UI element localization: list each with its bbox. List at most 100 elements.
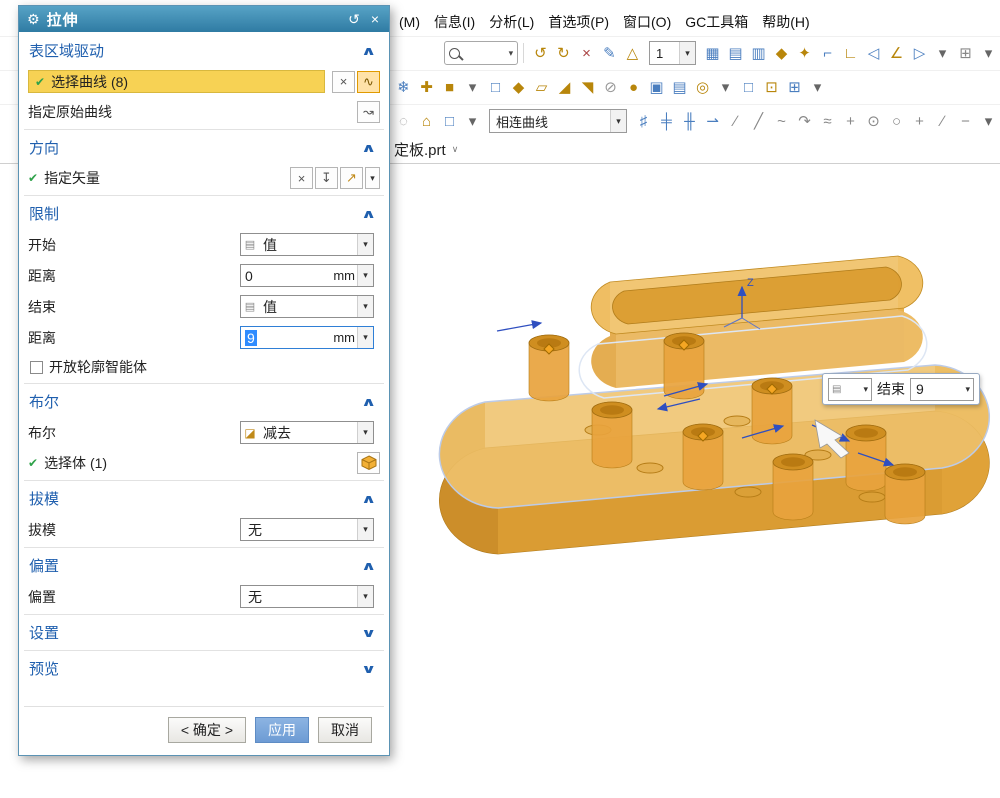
dialog-close-button[interactable]: × — [369, 11, 381, 27]
toolbar-icon[interactable]: ◆ — [770, 41, 793, 65]
boss-wall[interactable] — [591, 256, 923, 388]
chevron-down-icon[interactable]: ▾ — [610, 110, 626, 132]
toolbar-icon[interactable]: ○ — [885, 109, 908, 133]
view-scale-combo[interactable]: 1 ▾ — [649, 41, 696, 65]
chevron-down-icon[interactable]: ▾ — [509, 48, 514, 59]
limit-option-combo[interactable]: ▤ ▾ — [828, 378, 872, 401]
toolbar-icon[interactable]: ▥ — [747, 41, 770, 65]
toolbar-icon[interactable]: ◆ — [507, 75, 530, 99]
chevron-down-icon[interactable]: ▾ — [679, 42, 695, 64]
dropdown-caret[interactable]: ▾ — [461, 75, 484, 99]
boolean-combo[interactable]: ◪ 减去 ▾ — [240, 421, 374, 444]
toolbar-icon[interactable]: ◁ — [862, 41, 885, 65]
toolbar-icon[interactable]: + — [839, 109, 862, 133]
menu-item[interactable]: 窗口(O) — [616, 12, 678, 32]
start-limit-combo[interactable]: ▤ 值 ▾ — [240, 233, 374, 256]
toolbar-icon[interactable]: ↻ — [552, 41, 575, 65]
toolbar-icon[interactable]: ↺ — [529, 41, 552, 65]
toolbar-icon[interactable]: ⇀ — [701, 109, 724, 133]
ok-button[interactable]: < 确定 > — [168, 717, 246, 743]
cancel-button[interactable]: 取消 — [318, 717, 372, 743]
deselect-button[interactable]: × — [332, 71, 355, 93]
toolbar-icon[interactable]: ✚ — [415, 75, 438, 99]
toolbar-icon[interactable]: ❄ — [392, 75, 415, 99]
menu-item[interactable]: 分析(L) — [482, 12, 541, 32]
apply-button[interactable]: 应用 — [255, 717, 309, 743]
toolbar-icon[interactable]: ⊡ — [760, 75, 783, 99]
start-distance-input[interactable]: 0 mm ▾ — [240, 264, 374, 287]
dropdown-caret[interactable]: ▾ — [714, 75, 737, 99]
toolbar-icon[interactable]: ⌂ — [415, 109, 438, 133]
section-header-settings[interactable]: 设置 ∨ — [24, 615, 384, 648]
vector-deselect-button[interactable]: × — [290, 167, 313, 189]
toolbar-icon[interactable]: ⊘ — [599, 75, 622, 99]
toolbar-icon[interactable]: ~ — [770, 109, 793, 133]
end-limit-combo[interactable]: ▤ 值 ▾ — [240, 295, 374, 318]
toolbar-icon[interactable]: ∠ — [885, 41, 908, 65]
vector-options-caret[interactable]: ▾ — [365, 167, 380, 189]
chevron-down-icon[interactable]: ∨ — [452, 144, 459, 155]
chevron-up-icon[interactable]: ∧ — [361, 141, 383, 155]
draft-combo[interactable]: 无 ▾ — [240, 518, 374, 541]
toolbar-icon[interactable]: ● — [622, 75, 645, 99]
section-header-limits[interactable]: 限制 ∧ — [24, 196, 384, 229]
command-search[interactable]: ▾ — [444, 41, 518, 65]
toolbar-icon[interactable]: ▷ — [908, 41, 931, 65]
section-header-draft[interactable]: 拔模 ∧ — [24, 481, 384, 514]
toolbar-icon[interactable]: ≈ — [816, 109, 839, 133]
chevron-up-icon[interactable]: ∧ — [361, 44, 383, 58]
menu-item[interactable]: 首选项(P) — [541, 12, 616, 32]
specify-origin-curve-button[interactable]: ↝ — [357, 101, 380, 123]
vector-dialog-button[interactable]: ↧ — [315, 167, 338, 189]
toolbar-icon[interactable]: ◎ — [691, 75, 714, 99]
toolbar-icon[interactable]: □ — [737, 75, 760, 99]
dropdown-caret[interactable]: ▾ — [806, 75, 829, 99]
dialog-titlebar[interactable]: ⚙ 拉伸 ↺ × — [19, 6, 389, 32]
offset-combo[interactable]: 无 ▾ — [240, 585, 374, 608]
chevron-up-icon[interactable]: ∧ — [361, 395, 383, 409]
section-header-offset[interactable]: 偏置 ∧ — [24, 548, 384, 581]
section-header-preview[interactable]: 预览 ∨ — [24, 651, 384, 684]
toolbar-icon[interactable]: ↷ — [793, 109, 816, 133]
dropdown-caret[interactable]: ▾ — [977, 41, 1000, 65]
toolbar-icon[interactable]: ▦ — [701, 41, 724, 65]
dropdown-caret[interactable]: ▾ — [461, 109, 484, 133]
toolbar-icon[interactable]: □ — [484, 75, 507, 99]
vector-inferred-button[interactable]: ↗ — [340, 167, 363, 189]
select-body-button[interactable] — [357, 452, 380, 474]
dropdown-caret[interactable]: ▾ — [977, 109, 1000, 133]
select-curve-field[interactable]: ✔ 选择曲线 (8) — [28, 70, 325, 93]
toolbar-icon[interactable]: ◥ — [576, 75, 599, 99]
menu-item[interactable]: GC工具箱 — [678, 12, 755, 32]
chevron-up-icon[interactable]: ∧ — [361, 559, 383, 573]
toolbar-icon[interactable]: ◌ — [392, 109, 415, 133]
toolbar-icon[interactable]: ∟ — [839, 41, 862, 65]
menu-item[interactable]: 信息(I) — [427, 12, 482, 32]
chevron-up-icon[interactable]: ∧ — [361, 207, 383, 221]
toolbar-icon[interactable]: ╫ — [678, 109, 701, 133]
toolbar-icon[interactable]: □ — [438, 109, 461, 133]
toolbar-icon[interactable]: + — [908, 109, 931, 133]
toolbar-icon[interactable]: ▱ — [530, 75, 553, 99]
dialog-reset-button[interactable]: ↺ — [346, 11, 362, 28]
toolbar-icon[interactable]: ⊞ — [783, 75, 806, 99]
toolbar-icon[interactable]: △ — [621, 41, 644, 65]
open-profile-checkbox[interactable] — [30, 361, 43, 374]
end-distance-input[interactable]: 9 mm ▾ — [240, 326, 374, 349]
section-header-region[interactable]: 表区域驱动 ∧ — [24, 33, 384, 66]
toolbar-icon[interactable]: ▤ — [668, 75, 691, 99]
section-header-boolean[interactable]: 布尔 ∧ — [24, 384, 384, 417]
toolbar-icon[interactable]: ⊞ — [954, 41, 977, 65]
curve-rule-combo[interactable]: 相连曲线 ▾ — [489, 109, 627, 133]
end-distance-onscreen-input[interactable]: 9 ▾ — [910, 378, 974, 401]
chevron-down-icon[interactable]: ∨ — [361, 626, 383, 640]
part-tab[interactable]: 定板.prt ∨ — [392, 137, 468, 163]
chevron-down-icon[interactable]: ∨ — [361, 662, 383, 676]
dropdown-caret[interactable]: ▾ — [931, 41, 954, 65]
toolbar-icon[interactable]: ⌐ — [816, 41, 839, 65]
toolbar-icon[interactable]: ∕ — [724, 109, 747, 133]
toolbar-icon[interactable]: ■ — [438, 75, 461, 99]
toolbar-icon[interactable]: ✦ — [793, 41, 816, 65]
toolbar-icon[interactable]: ◢ — [553, 75, 576, 99]
toolbar-icon[interactable]: ╪ — [655, 109, 678, 133]
